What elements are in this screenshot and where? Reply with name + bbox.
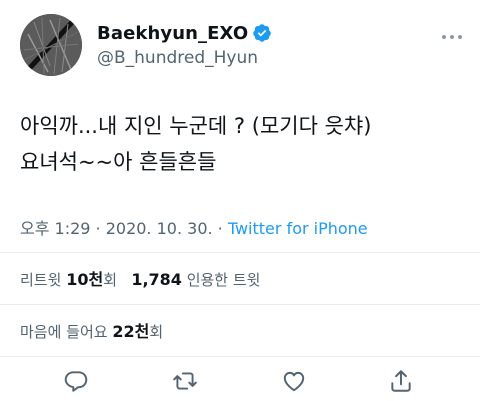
tweet-meta: 오후 1:29 · 2020. 10. 30. · Twitter for iP…	[20, 215, 368, 239]
divider	[0, 356, 480, 357]
display-name-row[interactable]: Baekhyun_EXO	[97, 20, 272, 46]
tweet-source-link[interactable]: Twitter for iPhone	[228, 219, 368, 238]
verified-badge-icon	[253, 24, 272, 42]
retweets-count: 10천	[66, 270, 104, 289]
avatar-image	[20, 14, 82, 76]
quotes-count: 1,784	[131, 270, 182, 289]
avatar[interactable]	[20, 14, 82, 76]
divider	[0, 252, 480, 253]
retweet-button[interactable]	[172, 368, 198, 394]
divider	[0, 304, 480, 305]
reply-button[interactable]	[63, 368, 89, 394]
likes-count: 22천	[112, 322, 150, 341]
reply-icon	[64, 371, 88, 392]
tweet-header: Baekhyun_EXO @B_hundred_Hyun	[0, 0, 480, 96]
quotes-label: 인용한 트윗	[186, 271, 261, 289]
retweet-stats[interactable]: 리트윗 10천회 1,784 인용한 트윗	[20, 266, 260, 290]
display-name[interactable]: Baekhyun_EXO	[97, 23, 248, 44]
likes-suffix: 회	[149, 323, 164, 341]
action-bar	[0, 368, 480, 398]
share-icon	[391, 370, 411, 392]
likes-stats[interactable]: 마음에 들어요 22천회	[20, 318, 163, 342]
tweet-text: 아익까...내 지인 누군데 ? (모기다 읏챠) 요녀석~~아 흔들흔들	[20, 108, 470, 180]
more-options-icon[interactable]	[439, 31, 465, 43]
tweet-text-line-2: 요녀석~~아 흔들흔들	[20, 150, 217, 174]
like-button[interactable]	[281, 368, 307, 394]
tweet-timestamp[interactable]: 오후 1:29 · 2020. 10. 30. ·	[20, 219, 228, 238]
retweet-icon	[173, 372, 197, 390]
share-button[interactable]	[388, 368, 414, 394]
user-handle[interactable]: @B_hundred_Hyun	[97, 48, 258, 68]
tweet-text-line-1: 아익까...내 지인 누군데 ? (모기다 읏챠)	[20, 114, 372, 138]
like-icon	[283, 371, 305, 392]
retweets-label: 리트윗	[20, 271, 62, 289]
likes-label: 마음에 들어요	[20, 323, 108, 341]
retweets-suffix: 회	[103, 271, 117, 289]
